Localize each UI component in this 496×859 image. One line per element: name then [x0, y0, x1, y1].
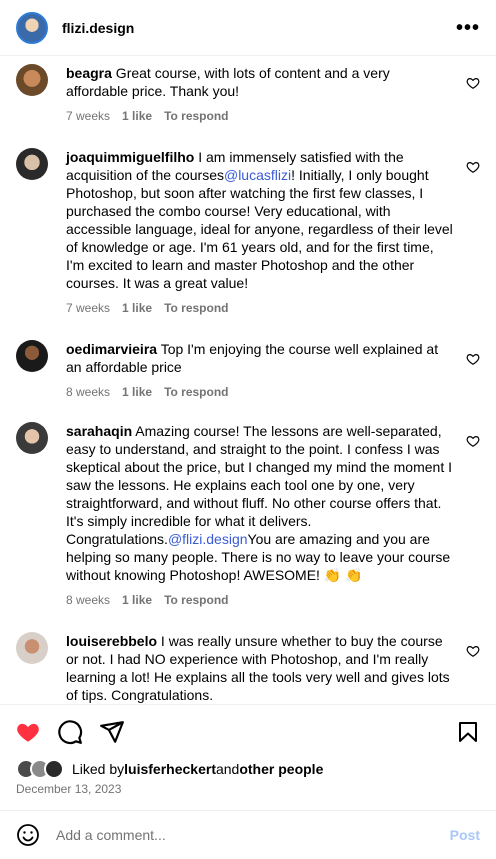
comment-meta: 7 weeks 1 like To respond [66, 108, 454, 124]
commenter-avatar[interactable] [16, 422, 48, 454]
liker-avatar [44, 759, 64, 779]
author-avatar[interactable] [16, 11, 48, 44]
comment-time[interactable]: 8 weeks [66, 384, 110, 400]
post-button[interactable]: Post [450, 827, 480, 843]
heart-icon[interactable] [466, 76, 480, 90]
comment-username[interactable]: oedimarvieira [66, 341, 157, 357]
likes-summary: Liked by luisferheckert and other people [16, 758, 323, 780]
comment-text: Great course, with lots of content and a… [66, 65, 390, 99]
save-button[interactable] [454, 718, 482, 746]
comment-time[interactable]: 7 weeks [66, 300, 110, 316]
reply-button[interactable]: To respond [164, 300, 228, 316]
comment-meta: 7 weeks 1 like To respond [66, 300, 454, 316]
other-likers-link[interactable]: other people [239, 761, 323, 777]
add-comment-bar: Post [0, 810, 496, 859]
comment-input[interactable] [56, 827, 450, 843]
heart-icon[interactable] [466, 644, 480, 658]
comment-username[interactable]: sarahaqin [66, 423, 132, 439]
author-username[interactable]: flizi.design [62, 20, 134, 36]
heart-filled-icon [17, 723, 39, 742]
heart-icon[interactable] [466, 434, 480, 448]
mention-link[interactable]: @lucasflizi [224, 167, 291, 183]
comment-time[interactable]: 7 weeks [66, 108, 110, 124]
bookmark-icon [459, 721, 477, 742]
comment-text: Amazing course! The lessons are well-sep… [66, 423, 452, 547]
liker-username[interactable]: luisferheckert [124, 761, 216, 777]
comment-likes[interactable]: 1 like [122, 300, 152, 316]
emoji-icon[interactable] [16, 823, 40, 847]
reply-button[interactable]: To respond [164, 108, 228, 124]
comment-text: ! Initially, I only bought Photoshop, bu… [66, 167, 453, 291]
heart-icon[interactable] [466, 160, 480, 174]
comment-meta: 8 weeks 1 like To respond [66, 384, 454, 400]
comment-body: joaquimmiguelfilho I am immensely satisf… [66, 148, 454, 316]
post-header: flizi.design ••• [0, 0, 496, 56]
commenter-avatar[interactable] [16, 148, 48, 180]
heart-icon[interactable] [466, 352, 480, 366]
reply-button[interactable]: To respond [164, 592, 228, 608]
comment-button[interactable] [56, 718, 84, 746]
commenter-avatar[interactable] [16, 340, 48, 372]
comment-body: louiserebbelo I was really unsure whethe… [66, 632, 454, 704]
comments-list[interactable]: beagra Great course, with lots of conten… [0, 56, 496, 704]
comment-icon [58, 719, 83, 744]
comment-likes[interactable]: 1 like [122, 384, 152, 400]
comment-username[interactable]: louiserebbelo [66, 633, 157, 649]
reply-button[interactable]: To respond [164, 384, 228, 400]
share-button[interactable] [98, 718, 126, 746]
comment-body: sarahaqin Amazing course! The lessons ar… [66, 422, 454, 608]
commenter-avatar[interactable] [16, 64, 48, 96]
comment-likes[interactable]: 1 like [122, 592, 152, 608]
comment-meta: 8 weeks 1 like To respond [66, 592, 454, 608]
comment-likes[interactable]: 1 like [122, 108, 152, 124]
post-date[interactable]: December 13, 2023 [16, 782, 121, 796]
likes-middle: and [215, 761, 240, 777]
liker-avatars[interactable] [16, 759, 64, 779]
more-horizontal-icon[interactable]: ••• [456, 18, 480, 38]
comment-time[interactable]: 8 weeks [66, 592, 110, 608]
mention-link[interactable]: @flizi.design [168, 531, 248, 547]
comment-body: oedimarvieira Top I'm enjoying the cours… [66, 340, 454, 400]
comment-username[interactable]: beagra [66, 65, 112, 81]
likes-prefix: Liked by [72, 761, 125, 777]
comment-username[interactable]: joaquimmiguelfilho [66, 149, 194, 165]
like-button[interactable] [14, 718, 42, 746]
post-actions [0, 704, 496, 758]
commenter-avatar[interactable] [16, 632, 48, 664]
comment-body: beagra Great course, with lots of conten… [66, 64, 454, 124]
send-icon [100, 720, 124, 743]
